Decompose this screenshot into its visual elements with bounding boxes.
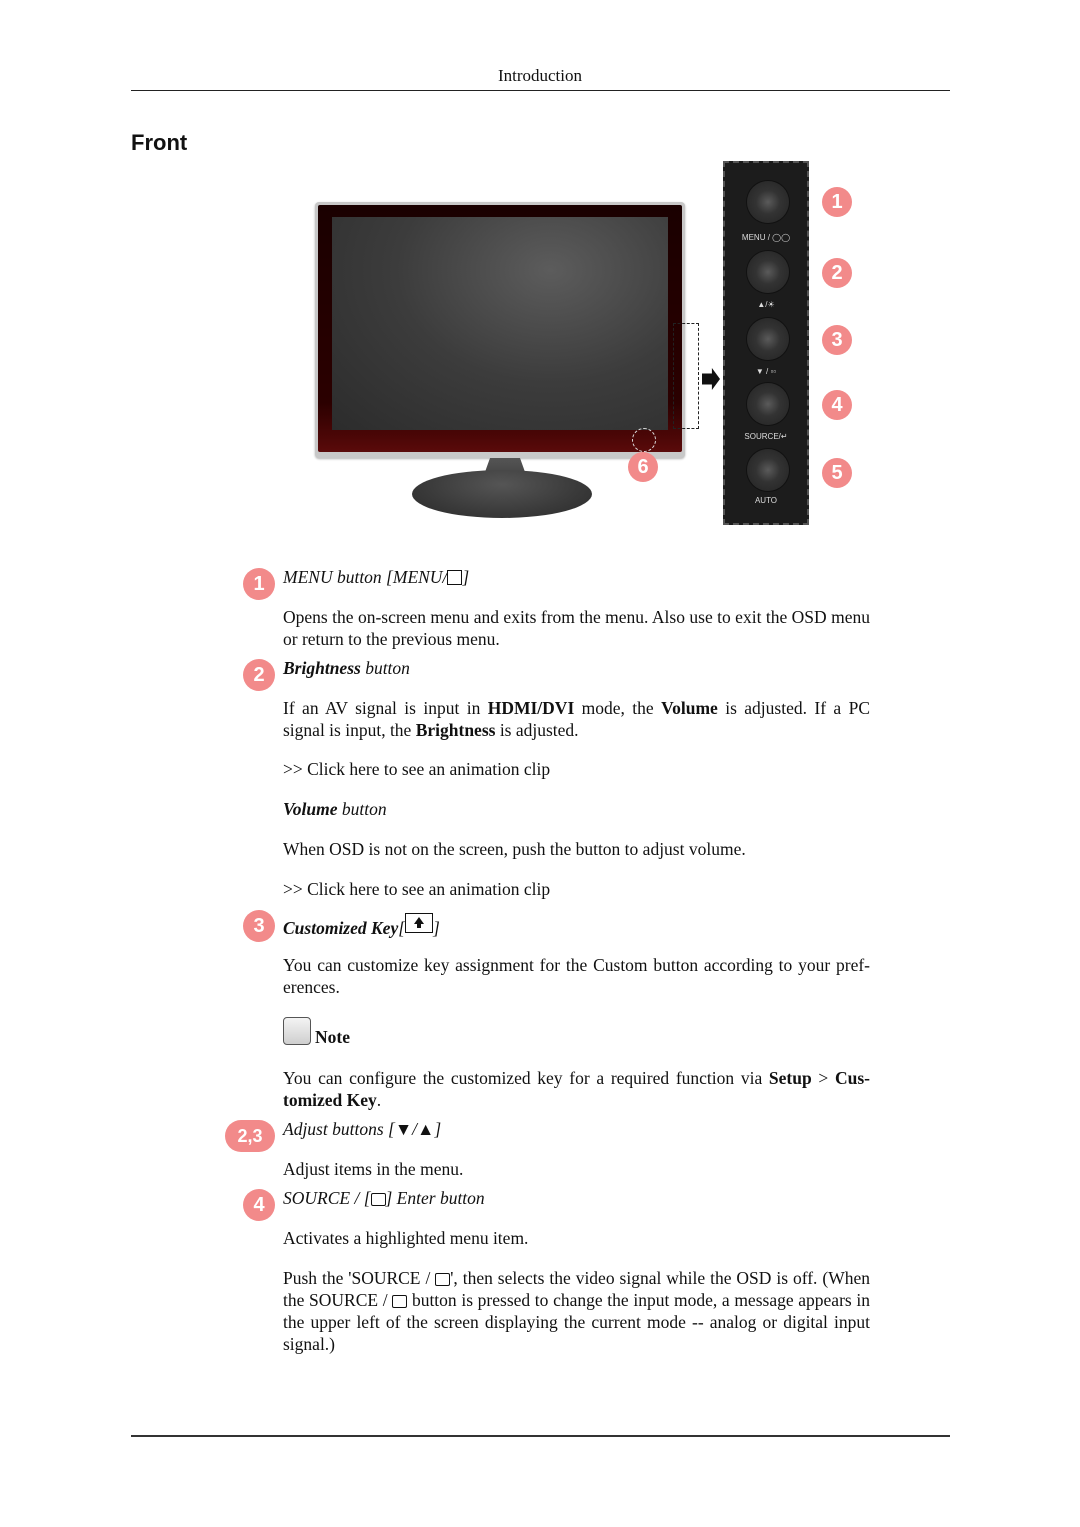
enter-icon — [370, 1193, 386, 1206]
button-area-highlight — [673, 323, 699, 429]
badge-3: 3 — [243, 910, 275, 942]
badge-4: 4 — [243, 1189, 275, 1221]
knob-label-up: ▲/☀ — [757, 300, 775, 309]
menu-button-heading: MENU button [MENU/] — [283, 566, 469, 588]
panel-badge-4: 4 — [822, 390, 852, 420]
source-description-2: Push the 'SOURCE / ', then selects the v… — [283, 1267, 870, 1355]
knob-label-source: SOURCE/↵ — [744, 432, 788, 441]
menu-description: Opens the on-screen menu and exits from … — [283, 607, 870, 649]
bold-run: Volume — [661, 698, 718, 718]
text-run: Push the 'SOURCE / — [283, 1268, 436, 1288]
brightness-heading-rest: button — [360, 658, 410, 678]
text-run: You can configure the customized key for… — [283, 1068, 769, 1088]
menu-icon — [447, 570, 463, 585]
source-description-1: Activates a highlighted menu item. — [283, 1228, 529, 1248]
volume-heading-bold: Volume — [283, 799, 338, 819]
monitor-stand-base — [412, 470, 592, 518]
adjust-buttons-heading: Adjust buttons [▼/▲] — [283, 1119, 442, 1139]
monitor-front-figure: 6 MENU / ◯◯ ▲/☀ ▼ / ▫▫ SOURCE/↵ AUTO 1 2… — [300, 160, 860, 530]
volume-button-heading: Volume button — [283, 798, 387, 820]
badge-1: 1 — [243, 568, 275, 600]
monitor-screen — [332, 217, 668, 430]
knob-label-menu: MENU / ◯◯ — [741, 233, 791, 242]
source-button-heading: SOURCE / [ ] Enter button — [283, 1187, 485, 1209]
volume-description: When OSD is not on the screen, push the … — [283, 839, 746, 859]
monitor-bezel — [315, 202, 685, 458]
source-knob — [747, 383, 789, 425]
panel-badge-1: 1 — [822, 187, 852, 217]
brightness-button-heading: Brightness button — [283, 657, 410, 679]
volume-heading-rest: button — [337, 799, 387, 819]
text-run: . — [376, 1090, 382, 1110]
source-heading-a: SOURCE / [ — [283, 1188, 371, 1208]
note-text: You can configure the customized key for… — [283, 1067, 870, 1111]
auto-knob — [747, 449, 789, 491]
volume-animation-link[interactable]: >> Click here to see an animation clip — [283, 878, 550, 900]
bold-run: Brightness — [415, 720, 496, 740]
menu-knob — [747, 181, 789, 223]
power-badge: 6 — [628, 452, 658, 482]
text-run: mode, the — [574, 698, 662, 718]
note-icon — [283, 1017, 311, 1045]
monitor-frame — [318, 205, 682, 452]
brightness-animation-link[interactable]: >> Click here to see an animation clip — [283, 758, 550, 780]
bold-run: Setup — [768, 1068, 812, 1088]
section-title: Front — [131, 130, 188, 155]
note-label: Note — [315, 1027, 350, 1047]
customized-key-heading: Customized Key[] — [283, 913, 440, 939]
knob-label-auto: AUTO — [754, 496, 778, 505]
header-divider — [131, 90, 950, 91]
up-brightness-knob — [747, 251, 789, 293]
bracket-open: [ — [398, 918, 406, 938]
bold-run: HDMI/DVI — [487, 698, 575, 718]
enter-icon — [392, 1295, 408, 1308]
panel-badge-2: 2 — [822, 258, 852, 288]
brightness-heading-bold: Brightness — [283, 658, 361, 678]
badge-2-3: 2,3 — [225, 1120, 275, 1152]
customized-key-icon — [405, 913, 434, 933]
panel-badge-3: 3 — [822, 325, 852, 355]
knob-label-down: ▼ / ▫▫ — [755, 367, 777, 376]
down-custom-knob — [747, 318, 789, 360]
menu-heading-text: MENU button [MENU/ — [283, 567, 448, 587]
footer-divider — [131, 1435, 950, 1437]
adjust-description: Adjust items in the menu. — [283, 1159, 464, 1179]
menu-heading-end: ] — [462, 567, 470, 587]
brightness-description: If an AV signal is input in HDMI/DVI mod… — [283, 697, 870, 741]
source-heading-b: ] Enter button — [385, 1188, 485, 1208]
badge-2: 2 — [243, 659, 275, 691]
power-button-highlight — [632, 428, 656, 452]
customized-description: You can customize key assignment for the… — [283, 955, 870, 997]
right-arrow-icon — [702, 368, 720, 390]
customized-heading-bold: Customized Key — [283, 918, 399, 938]
panel-badge-5: 5 — [822, 458, 852, 488]
control-panel-closeup: MENU / ◯◯ ▲/☀ ▼ / ▫▫ SOURCE/↵ AUTO — [723, 161, 809, 525]
page-header-title: Introduction — [497, 66, 583, 85]
text-run: is adjusted. — [495, 720, 579, 740]
text-run: If an AV signal is input in — [283, 698, 488, 718]
text-run: > — [811, 1068, 835, 1088]
enter-icon — [435, 1273, 451, 1286]
bracket-close: ] — [433, 918, 440, 938]
